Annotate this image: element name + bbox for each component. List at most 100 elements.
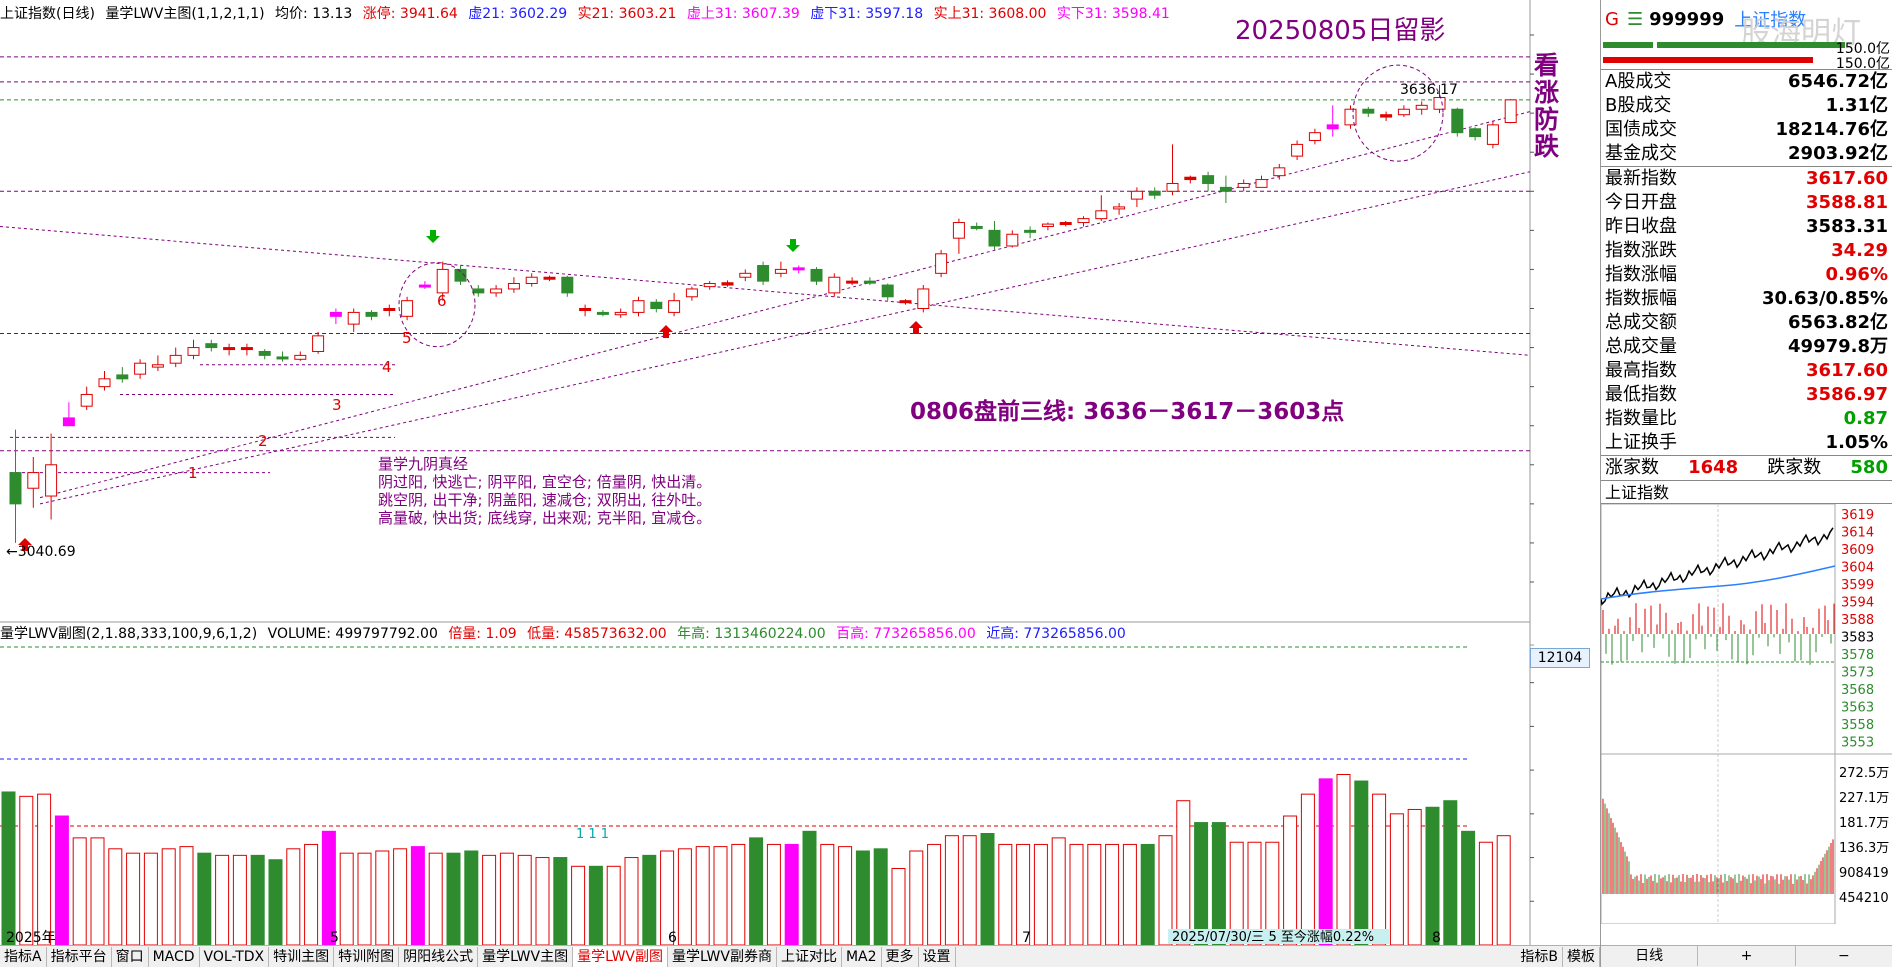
candle-body (1237, 182, 1250, 188)
candle-body (1059, 222, 1072, 226)
mini-price-label: 3614 (1841, 526, 1874, 541)
volume-bar (731, 843, 746, 946)
candle-body (614, 311, 627, 316)
buy-signal-arrow-down (786, 239, 800, 252)
volume-bar (1425, 806, 1440, 946)
tab-1[interactable]: 指标平台 (47, 946, 112, 967)
volume-bar (909, 850, 924, 946)
candle-body (579, 308, 592, 311)
tab-0[interactable]: 指标A (0, 946, 47, 967)
mini-price-label: 3599 (1841, 578, 1874, 593)
volume-bar (1300, 793, 1315, 946)
stat-label: A股成交 (1605, 71, 1672, 92)
volume-bar (339, 852, 354, 946)
volume-bar (37, 793, 52, 946)
tab-4[interactable]: VOL-TDX (200, 946, 270, 967)
candle-body (1130, 190, 1143, 200)
volume-bar (1087, 843, 1102, 946)
volume-bar (482, 854, 497, 946)
tab-12[interactable]: MA2 (842, 946, 882, 967)
candle-body (1362, 108, 1375, 114)
tab-8[interactable]: 量学LWV主图 (478, 946, 574, 967)
candle-body (116, 374, 129, 380)
stat-value: 3586.97 (1806, 384, 1888, 405)
candle-body (401, 300, 414, 317)
candle-body (276, 356, 289, 360)
intraday-mini-chart[interactable]: 3619 3614 3609 3604 3599 3594 3588 3583 3578 3573… (1601, 504, 1892, 924)
sub-indicator-bar: 量学LWV副图(2,1.88,333,100,9,6,1,2) VOLUME: … (0, 623, 1530, 645)
candle-body (1095, 210, 1108, 220)
stat-value: 0.87 (1843, 408, 1888, 429)
stats2-row: 指数振幅 30.63/0.85% (1601, 287, 1892, 311)
baigao: 百高: 773265856.00 (836, 626, 976, 642)
candle-body (721, 282, 734, 286)
stats2-row: 昨日收盘 3583.31 (1601, 215, 1892, 239)
stats1-row: A股成交 6546.72亿 (1601, 70, 1892, 94)
candle-body (27, 472, 40, 489)
tab-5[interactable]: 特训主图 (269, 946, 335, 967)
right-tab-0[interactable]: 指标B (1516, 946, 1563, 967)
main-chart-area[interactable]: 3700365036003550350034503400335033003250… (0, 0, 1590, 960)
stats2-row: 最高指数 3617.60 (1601, 359, 1892, 383)
mini-vol-label: 454210 (1839, 891, 1889, 906)
zoom-out-button[interactable]: − (1796, 946, 1892, 966)
tab-3[interactable]: MACD (149, 946, 200, 967)
zoom-in-button[interactable]: + (1698, 946, 1796, 966)
xu21: 虚21: 3602.29 (468, 6, 568, 22)
kline-chart[interactable]: 3700365036003550350034503400335033003250… (0, 0, 1534, 960)
volume-bar (606, 865, 621, 946)
tab-11[interactable]: 上证对比 (777, 946, 842, 967)
tab-2[interactable]: 窗口 (112, 946, 149, 967)
volume-bar (695, 846, 710, 946)
candle-body (1202, 175, 1215, 184)
tab-9[interactable]: 量学LWV副图 (573, 946, 669, 967)
stat-label: 基金成交 (1605, 143, 1677, 164)
mini-chart-title[interactable]: 上证指数 (1601, 480, 1892, 504)
candle-body (881, 284, 894, 298)
stat-label: 今日开盘 (1605, 192, 1677, 213)
trend-line-up-1 (39, 171, 1531, 505)
candle-body (1006, 233, 1019, 247)
nine-line-1: 阴过阳, 快逃亡; 阴平阳, 宜空仓; 倍量阴, 快出清。 (378, 473, 712, 491)
tab-13[interactable]: 更多 (882, 946, 919, 967)
candle-body (952, 222, 965, 239)
volume-bar (126, 852, 141, 946)
volume-bar (1496, 835, 1511, 946)
volume-bar (998, 843, 1013, 946)
tab-7[interactable]: 阴阳线公式 (399, 946, 479, 967)
mini-price-label: 3619 (1841, 508, 1874, 523)
volume-bar (1158, 835, 1173, 946)
vertical-note: 看涨防跌 (1534, 51, 1560, 161)
shishang31: 实上31: 3608.00 (933, 6, 1047, 22)
candle-body (45, 464, 58, 497)
indicator-name[interactable]: 量学LWV主图(1,1,2,1,1) (105, 6, 264, 22)
wave-number: 3 (332, 396, 342, 414)
tab-14[interactable]: 设置 (919, 946, 956, 967)
tab-6[interactable]: 特训附图 (334, 946, 400, 967)
stat-value: 3617.60 (1806, 360, 1888, 381)
volume-bar (375, 850, 390, 946)
volume-bar (535, 857, 550, 946)
candle-body (899, 300, 912, 304)
right-tab-1[interactable]: 模板 (1563, 946, 1600, 967)
tab-10[interactable]: 量学LWV副券商 (668, 946, 777, 967)
tab-daily[interactable]: 日线 (1601, 946, 1699, 966)
candle-body (98, 378, 111, 388)
intraday-chart-svg[interactable]: 3619 3614 3609 3604 3599 3594 3588 3583 3578 3573… (1601, 504, 1892, 924)
stat-label: 上证换手 (1605, 432, 1677, 453)
sub-indicator-name[interactable]: 量学LWV副图(2,1.88,333,100,9,6,1,2) (0, 626, 257, 642)
volume-bar (802, 830, 817, 946)
mini-vol-label: 908419 (1839, 866, 1889, 881)
mini-vol-label: 136.3万 (1839, 841, 1889, 856)
shi21: 实21: 3603.21 (577, 6, 677, 22)
chart-title: 上证指数(日线) (0, 6, 95, 22)
menu-icon[interactable]: ☰ (1627, 9, 1643, 30)
stat-label: 昨日收盘 (1605, 216, 1677, 237)
stat-label: 最低指数 (1605, 384, 1677, 405)
candle-body (1166, 182, 1179, 192)
trend-line-down (0, 225, 1531, 356)
candle-body (525, 276, 538, 284)
bar-value-2: 150.0亿 (1835, 56, 1890, 72)
stat-value: 6546.72亿 (1788, 71, 1888, 92)
mini-vol-label: 272.5万 (1839, 766, 1889, 781)
